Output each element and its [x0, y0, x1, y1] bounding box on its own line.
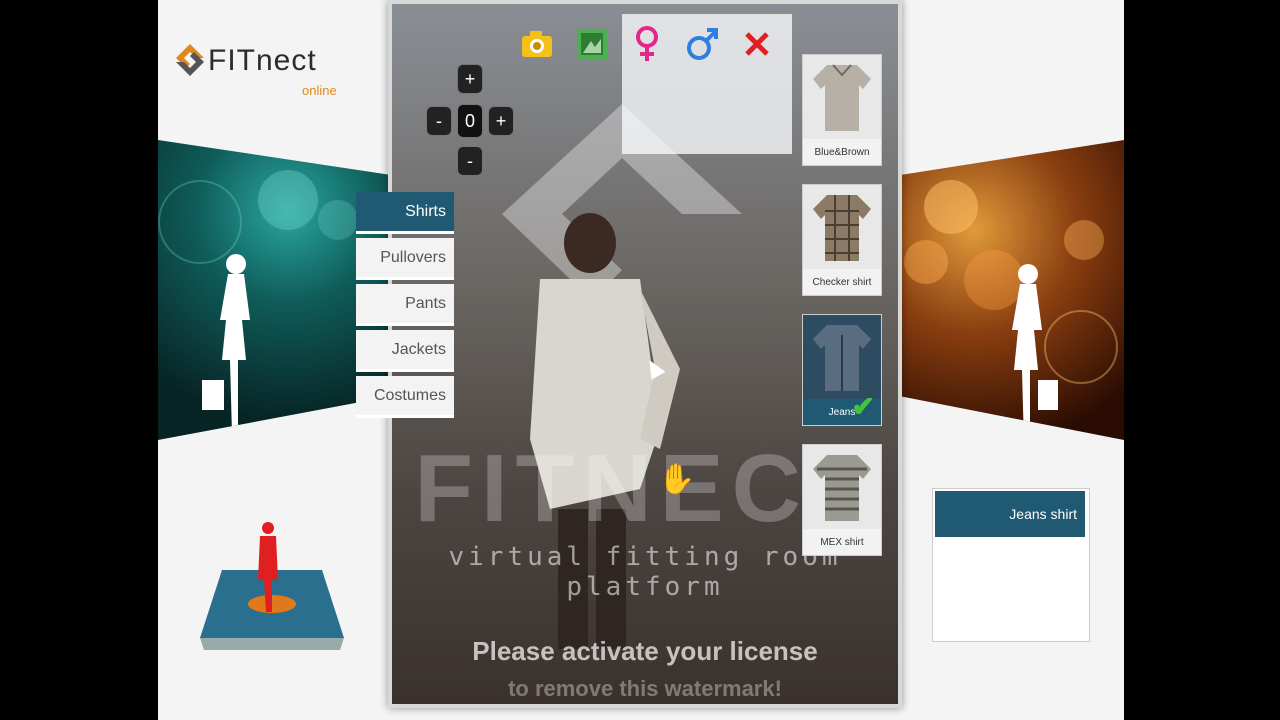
zoom-up-button[interactable]: + — [457, 64, 483, 94]
woman-silhouette-right-icon — [1012, 264, 1058, 440]
item-blue-brown[interactable]: Blue&Brown — [802, 54, 882, 166]
check-icon: ✔ — [851, 391, 875, 422]
photo-icon — [577, 29, 607, 59]
app-stage: FITnect online FITNECT virtual fitting r… — [158, 0, 1124, 720]
shirt-icon — [813, 64, 871, 131]
selected-item-panel: Jeans shirt — [932, 488, 1090, 642]
item-caption: Checker shirt — [803, 269, 881, 295]
camera-icon — [522, 31, 552, 57]
male-button[interactable] — [683, 22, 721, 66]
selected-item-title: Jeans shirt — [935, 491, 1085, 537]
category-shirts[interactable]: Shirts — [356, 192, 454, 234]
item-caption: Blue&Brown — [803, 139, 881, 165]
female-icon — [636, 26, 658, 61]
right-banner — [894, 140, 1124, 440]
category-pullovers[interactable]: Pullovers — [356, 238, 454, 280]
photo-button[interactable] — [573, 22, 611, 66]
zoom-down-button[interactable]: - — [457, 146, 483, 176]
female-button[interactable] — [628, 22, 666, 66]
male-icon — [687, 28, 718, 60]
floor-mat-icon — [200, 522, 344, 650]
zoom-right-button[interactable]: + — [488, 106, 514, 136]
item-jeans[interactable]: Jeans ✔ — [802, 314, 882, 426]
zoom-value: 0 — [457, 104, 483, 138]
zoom-left-button[interactable]: - — [426, 106, 452, 136]
item-checker-shirt[interactable]: Checker shirt — [802, 184, 882, 296]
category-pants[interactable]: Pants — [356, 284, 454, 326]
item-mex-shirt[interactable]: MEX shirt — [802, 444, 882, 556]
fitnect-logo: FITnect online — [172, 40, 362, 110]
woman-silhouette-icon — [202, 254, 250, 435]
category-jackets[interactable]: Jackets — [356, 330, 454, 372]
item-caption: MEX shirt — [803, 529, 881, 555]
logo-mark-icon — [176, 44, 204, 76]
hand-cursor-icon: ✋ — [658, 463, 696, 496]
close-button[interactable] — [738, 22, 776, 66]
license-line-1: Please activate your license — [472, 636, 818, 666]
shirt-icon — [813, 195, 871, 261]
jeans-shirt-icon — [813, 325, 871, 391]
zoom-control: + - 0 + - — [424, 60, 514, 180]
shirt-icon — [813, 455, 871, 521]
brand-sub: online — [302, 83, 337, 98]
category-costumes[interactable]: Costumes — [356, 376, 454, 418]
camera-button[interactable] — [518, 22, 556, 66]
top-toolbar — [518, 22, 769, 66]
license-line-2: to remove this watermark! — [508, 676, 782, 701]
brand-name: FITnect — [208, 44, 317, 77]
close-icon — [745, 32, 769, 56]
